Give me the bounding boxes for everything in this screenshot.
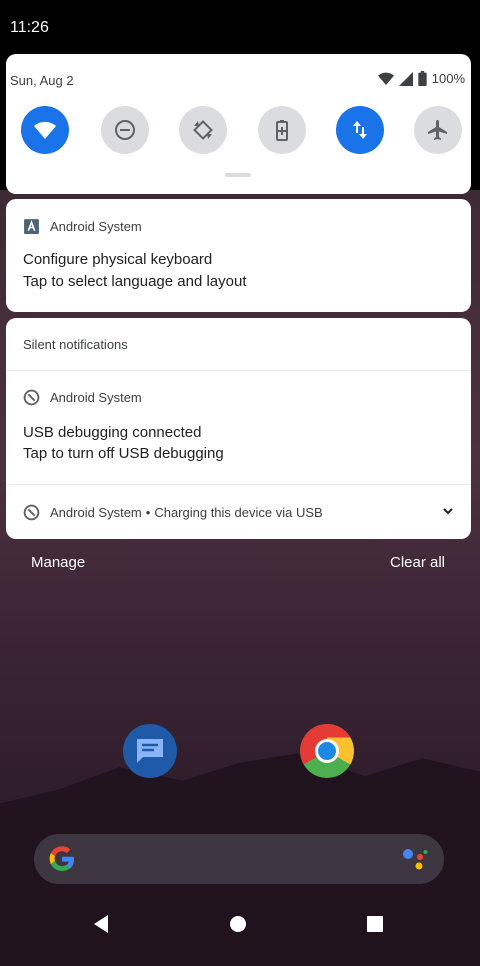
battery-saver-icon — [276, 120, 288, 141]
back-icon[interactable] — [90, 912, 114, 936]
manage-button[interactable]: Manage — [31, 554, 85, 571]
google-g-icon — [49, 846, 74, 871]
notification-text: Tap to turn off USB debugging — [23, 445, 224, 462]
mobile-data-icon — [353, 121, 367, 139]
quick-settings-tiles — [21, 106, 462, 156]
do-not-disturb-icon — [115, 120, 135, 140]
do-not-disturb-tile[interactable] — [101, 106, 149, 154]
clear-all-button[interactable]: Clear all — [390, 554, 445, 571]
notification-text: Charging this device via USB — [154, 505, 323, 520]
notification-title: USB debugging connected — [23, 424, 202, 441]
drag-handle[interactable] — [225, 173, 251, 177]
airplane-icon — [428, 120, 447, 140]
divider — [6, 370, 471, 371]
recents-icon[interactable] — [363, 912, 387, 936]
google-search-bar[interactable] — [34, 834, 444, 884]
cell-signal-icon — [398, 71, 413, 86]
notification-text: Tap to select language and layout — [23, 273, 247, 290]
separator: • — [145, 505, 151, 520]
status-bar: 11:26 — [0, 0, 480, 54]
date-label[interactable]: Sun, Aug 2 — [10, 73, 74, 88]
chrome-icon[interactable] — [300, 724, 354, 778]
android-system-keyboard-icon — [24, 219, 39, 234]
battery-saver-tile[interactable] — [258, 106, 306, 154]
mobile-data-tile[interactable] — [336, 106, 384, 154]
wifi-tile[interactable] — [21, 106, 69, 154]
message-bubble-icon — [137, 739, 163, 763]
notification-title: Configure physical keyboard — [23, 251, 213, 268]
messages-icon[interactable] — [123, 724, 177, 778]
navigation-bar — [0, 892, 480, 958]
notification-header: Android System — [23, 389, 142, 406]
auto-rotate-icon — [193, 120, 213, 140]
status-icons: 100% — [377, 71, 465, 86]
auto-rotate-tile[interactable] — [179, 106, 227, 154]
assistant-icon[interactable] — [402, 848, 428, 870]
battery-percent: 100% — [431, 71, 465, 86]
android-system-icon — [23, 389, 40, 406]
section-header-silent: Silent notifications — [23, 337, 128, 352]
divider — [6, 484, 471, 485]
wifi-signal-icon — [377, 72, 394, 85]
silent-notifications-group: Silent notifications Android System USB … — [6, 318, 471, 539]
app-name: Android System — [50, 505, 142, 520]
chevron-down-icon[interactable] — [441, 504, 455, 518]
notification-keyboard[interactable]: Android System Configure physical keyboa… — [6, 199, 471, 312]
app-name: Android System — [50, 390, 142, 405]
clock: 11:26 — [10, 19, 49, 36]
quick-settings-panel: Sun, Aug 2 100% — [6, 54, 471, 194]
wifi-icon — [34, 121, 56, 139]
airplane-mode-tile[interactable] — [414, 106, 462, 154]
app-name: Android System — [50, 219, 142, 234]
android-system-icon — [23, 504, 40, 521]
notification-header: Android System • Charging this device via … — [23, 504, 323, 521]
home-icon[interactable] — [226, 912, 250, 936]
battery-icon — [418, 71, 427, 86]
notification-header: Android System — [23, 218, 142, 235]
